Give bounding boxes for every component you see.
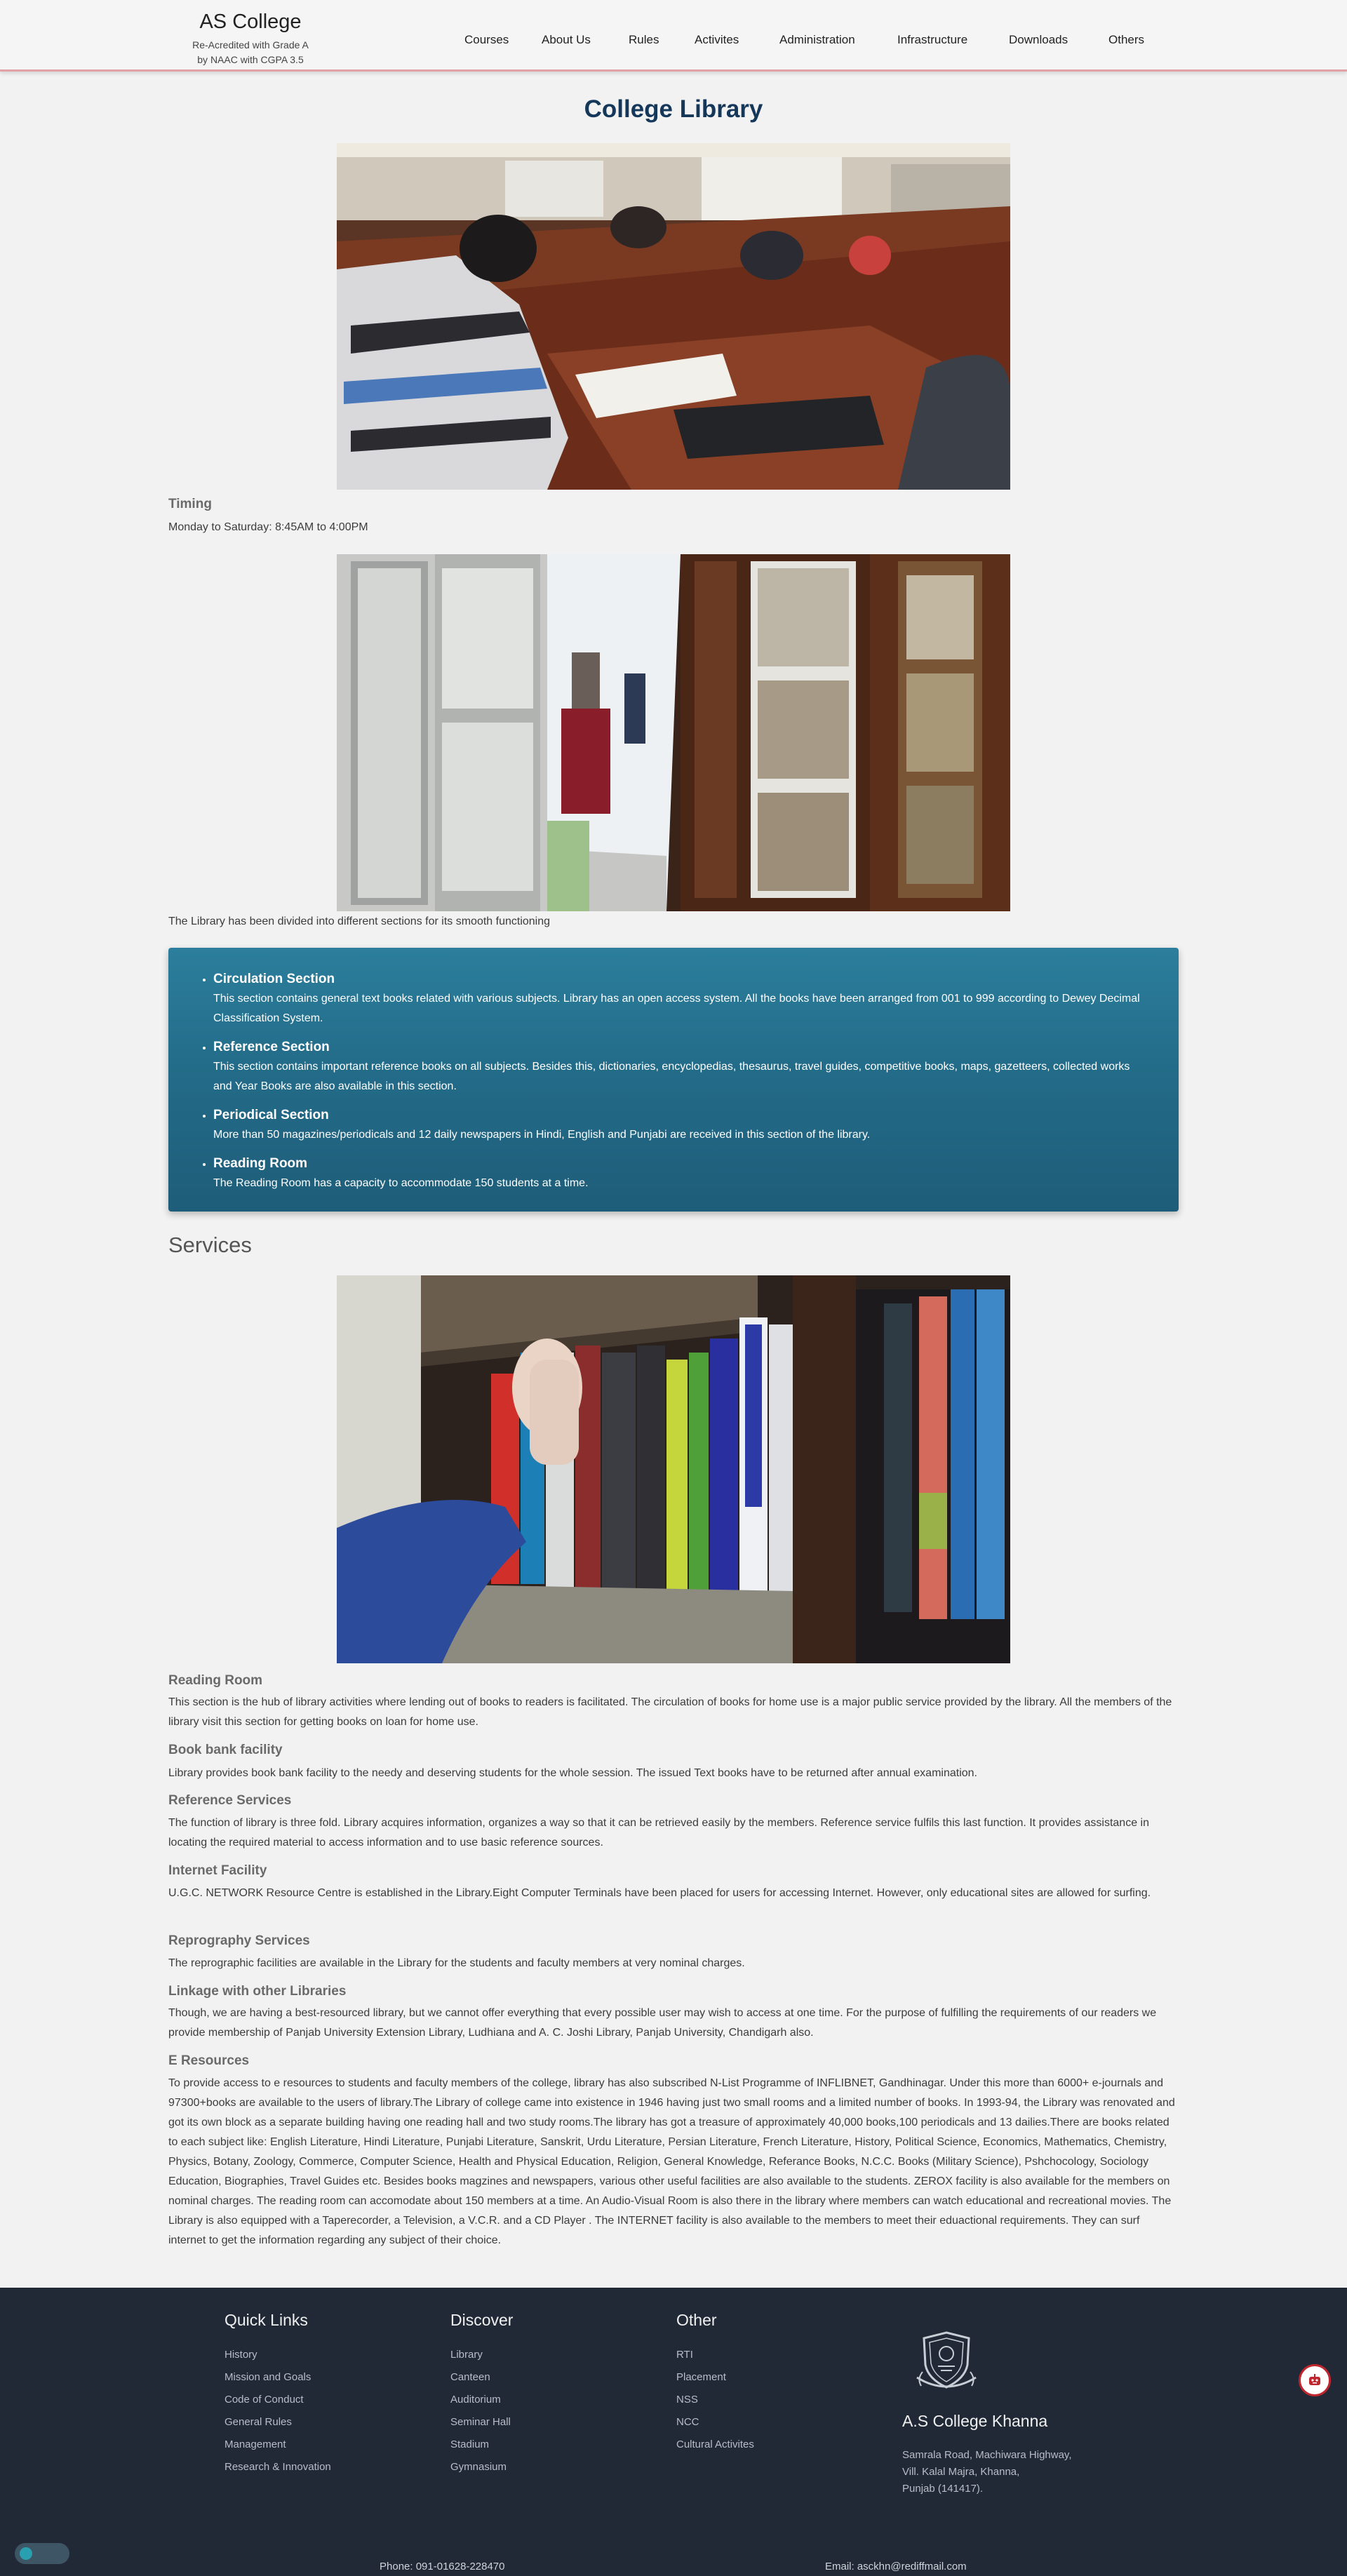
footer-link-ncc[interactable]: NCC xyxy=(676,2411,754,2434)
section-title: Periodical Section xyxy=(213,1108,329,1122)
footer-address: Samrala Road, Machiwara Highway, Vill. K… xyxy=(902,2447,1072,2497)
section-item: Reference Section This section contains … xyxy=(213,1038,1151,1096)
service-text: To provide access to e resources to stud… xyxy=(168,2077,1175,2246)
service-heading: Book bank facility xyxy=(168,1743,283,1757)
section-body: This section contains important referenc… xyxy=(213,1061,1130,1092)
footer-link-canteen[interactable]: Canteen xyxy=(450,2366,513,2389)
footer-phone[interactable]: Phone: 091-01628-228470 xyxy=(380,2561,505,2572)
library-reading-hall-photo xyxy=(337,143,1010,490)
timing-heading: Timing xyxy=(168,497,212,511)
footer-link-library[interactable]: Library xyxy=(450,2344,513,2366)
footer-link-seminar-hall[interactable]: Seminar Hall xyxy=(450,2411,513,2434)
page-title: College Library xyxy=(584,95,763,123)
brand-tagline: Re-Acredited with Grade A by NAAC with C… xyxy=(184,38,317,67)
footer-link-cultural[interactable]: Cultural Activites xyxy=(676,2434,754,2456)
brand[interactable]: AS College Re-Acredited with Grade A by … xyxy=(184,10,317,67)
nav-downloads[interactable]: Downloads xyxy=(1009,31,1108,49)
nav-activites[interactable]: Activites xyxy=(695,31,779,49)
service-heading: Linkage with other Libraries xyxy=(168,1984,347,1999)
footer-email[interactable]: Email: asckhn@rediffmail.com xyxy=(825,2561,967,2572)
nav-about-us[interactable]: About Us xyxy=(542,31,629,49)
chat-bot-icon xyxy=(1309,2374,1320,2385)
footer-link-placement[interactable]: Placement xyxy=(676,2366,754,2389)
discover-title: Discover xyxy=(450,2311,514,2329)
library-sections-panel: Circulation Section This section contain… xyxy=(168,948,1179,1212)
footer-link-research[interactable]: Research & Innovation xyxy=(224,2456,331,2478)
section-body: The Reading Room has a capacity to accom… xyxy=(213,1177,589,1189)
nav-courses[interactable]: Courses xyxy=(464,31,542,49)
site-footer: Quick Links History Mission and Goals Co… xyxy=(0,2288,1347,2576)
main-nav: Courses About Us Rules Activites Adminis… xyxy=(449,31,1165,49)
services-heading: Services xyxy=(168,1233,252,1257)
timing-text: Monday to Saturday: 8:45AM to 4:00PM xyxy=(168,521,368,533)
nav-rules[interactable]: Rules xyxy=(629,31,695,49)
other-title: Other xyxy=(676,2311,717,2329)
library-shelves-photo xyxy=(337,554,1010,911)
footer-contact-bar: Phone: 091-01628-228470 Email: asckhn@re… xyxy=(0,2557,1347,2576)
service-heading: E Resources xyxy=(168,2053,250,2068)
brand-tagline-line1: Re-Acredited with Grade A xyxy=(192,39,309,51)
service-text: U.G.C. NETWORK Resource Centre is establ… xyxy=(168,1887,1151,1899)
section-body: This section contains general text books… xyxy=(213,993,1140,1024)
service-heading: Reading Room xyxy=(168,1673,263,1688)
footer-link-stadium[interactable]: Stadium xyxy=(450,2434,513,2456)
nav-administration[interactable]: Administration xyxy=(779,31,897,49)
footer-link-rti[interactable]: RTI xyxy=(676,2344,754,2366)
service-heading: Internet Facility xyxy=(168,1863,267,1878)
brand-name[interactable]: AS College xyxy=(184,10,317,34)
section-item: Reading Room The Reading Room has a capa… xyxy=(213,1154,1151,1193)
quick-links-column: Quick Links History Mission and Goals Co… xyxy=(224,2311,331,2478)
section-item: Periodical Section More than 50 magazine… xyxy=(213,1106,1151,1145)
site-header: AS College Re-Acredited with Grade A by … xyxy=(0,0,1347,72)
service-text: The reprographic facilities are availabl… xyxy=(168,1957,745,1969)
nav-infrastructure[interactable]: Infrastructure xyxy=(897,31,1009,49)
discover-column: Discover Library Canteen Auditorium Semi… xyxy=(450,2311,513,2478)
footer-link-code-of-conduct[interactable]: Code of Conduct xyxy=(224,2389,331,2411)
service-heading: Reference Services xyxy=(168,1793,292,1808)
section-title: Reading Room xyxy=(213,1156,308,1171)
footer-address-line: Punjab (141417). xyxy=(902,2483,984,2495)
quick-links-title: Quick Links xyxy=(224,2311,308,2329)
service-text: This section is the hub of library activ… xyxy=(168,1696,1172,1728)
footer-link-history[interactable]: History xyxy=(224,2344,331,2366)
footer-college-name: A.S College Khanna xyxy=(902,2412,1048,2430)
section-title: Circulation Section xyxy=(213,972,335,986)
service-text: The function of library is three fold. L… xyxy=(168,1817,1149,1849)
service-heading: Reprography Services xyxy=(168,1933,310,1948)
college-emblem-icon xyxy=(910,2323,983,2396)
other-column: Other RTI Placement NSS NCC Cultural Act… xyxy=(676,2311,754,2456)
bookshelf-photo xyxy=(337,1275,1010,1663)
service-text: Library provides book bank facility to t… xyxy=(168,1767,977,1779)
footer-link-mission[interactable]: Mission and Goals xyxy=(224,2366,331,2389)
footer-link-nss[interactable]: NSS xyxy=(676,2389,754,2411)
sections-list: Circulation Section This section contain… xyxy=(213,970,1151,1193)
footer-address-line: Vill. Kalal Majra, Khanna, xyxy=(902,2466,1020,2478)
section-item: Circulation Section This section contain… xyxy=(213,970,1151,1028)
section-body: More than 50 magazines/periodicals and 1… xyxy=(213,1129,871,1141)
footer-link-gymnasium[interactable]: Gymnasium xyxy=(450,2456,513,2478)
footer-link-general-rules[interactable]: General Rules xyxy=(224,2411,331,2434)
section-title: Reference Section xyxy=(213,1040,330,1054)
chat-bot-button[interactable] xyxy=(1299,2364,1331,2396)
footer-link-management[interactable]: Management xyxy=(224,2434,331,2456)
footer-address-line: Samrala Road, Machiwara Highway, xyxy=(902,2449,1072,2461)
sections-intro: The Library has been divided into differ… xyxy=(168,915,551,927)
footer-link-auditorium[interactable]: Auditorium xyxy=(450,2389,513,2411)
brand-tagline-line2: by NAAC with CGPA 3.5 xyxy=(197,54,304,65)
nav-others[interactable]: Others xyxy=(1108,31,1165,49)
service-text: Though, we are having a best-resourced l… xyxy=(168,2007,1157,2039)
